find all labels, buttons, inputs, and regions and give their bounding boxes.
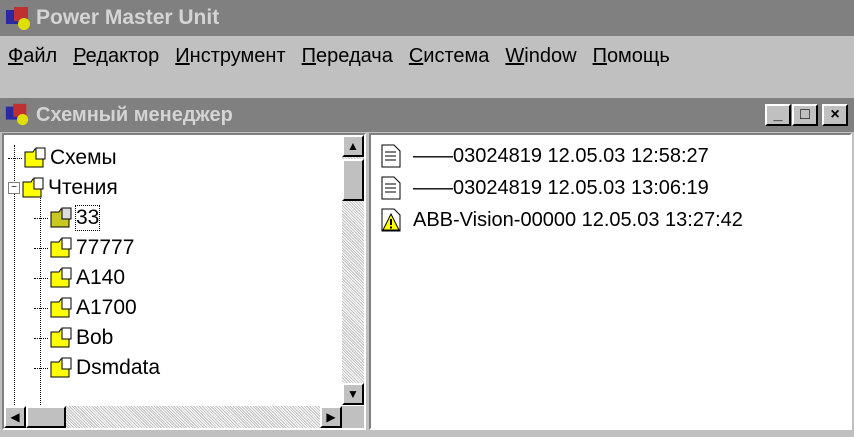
horizontal-scrollbar[interactable]: ◀ ▶	[4, 406, 342, 428]
tree-item-label: 33	[74, 205, 101, 231]
file-list-item[interactable]: ABB-Vision-00000 12.05.03 13:27:42	[381, 207, 743, 233]
document-icon	[381, 144, 401, 168]
tree-item-dsmdata[interactable]: Dsmdata	[34, 353, 160, 383]
menu-system[interactable]: Система	[401, 45, 498, 68]
folder-icon	[50, 357, 74, 379]
vertical-scrollbar[interactable]: ▲ ▼	[342, 135, 364, 405]
menu-editor[interactable]: Редактор	[65, 45, 167, 68]
tree-item-readings[interactable]: − Чтения	[8, 173, 118, 203]
folder-icon	[50, 267, 74, 289]
tree-item-label: Bob	[76, 326, 114, 349]
file-label: ——03024819 12.05.03 13:06:19	[413, 176, 709, 199]
tree-item-a140[interactable]: A140	[34, 263, 125, 293]
tree-item-77777[interactable]: 77777	[34, 233, 134, 263]
file-list-item[interactable]: ——03024819 12.05.03 13:06:19	[381, 175, 709, 201]
file-label: ——03024819 12.05.03 12:58:27	[413, 144, 709, 167]
tree-item-label: Схемы	[50, 146, 117, 169]
scroll-thumb[interactable]	[342, 159, 364, 201]
child-window-title-bar[interactable]: Схемный менеджер _ □ ×	[0, 98, 854, 132]
scroll-down-button[interactable]: ▼	[342, 383, 364, 405]
scroll-up-button[interactable]: ▲	[342, 135, 364, 157]
tree-item-schemes[interactable]: Схемы	[8, 143, 117, 173]
close-button[interactable]: ×	[822, 104, 848, 126]
menu-window[interactable]: Window	[497, 45, 584, 68]
tree-item-label: Чтения	[48, 176, 118, 199]
folder-open-icon	[22, 177, 46, 199]
document-icon	[381, 176, 401, 200]
tree-item-label: Dsmdata	[76, 356, 161, 379]
menu-help[interactable]: Помощь	[585, 45, 678, 68]
folder-icon	[24, 147, 48, 169]
warning-icon	[381, 208, 401, 232]
child-window-icon	[4, 101, 32, 129]
tree-item-bob[interactable]: Bob	[34, 323, 113, 353]
tree-item-33[interactable]: 33	[34, 203, 101, 233]
hscroll-thumb[interactable]	[26, 406, 66, 428]
scroll-corner	[342, 406, 364, 428]
menu-tool[interactable]: Инструмент	[167, 45, 293, 68]
child-window-title: Схемный менеджер	[36, 103, 233, 126]
app-title: Power Master Unit	[36, 6, 220, 29]
collapse-icon[interactable]: −	[8, 182, 20, 194]
scroll-left-button[interactable]: ◀	[4, 406, 26, 428]
minimize-button[interactable]: _	[765, 104, 791, 126]
menu-transfer[interactable]: Передача	[294, 45, 401, 68]
app-icon	[4, 4, 32, 32]
file-list-pane[interactable]: ——03024819 12.05.03 12:58:27 ——03024819 …	[369, 133, 852, 430]
scroll-right-button[interactable]: ▶	[320, 406, 342, 428]
tree-item-label: A1700	[76, 296, 137, 319]
app-title-bar[interactable]: Power Master Unit	[0, 0, 854, 36]
file-list-item[interactable]: ——03024819 12.05.03 12:58:27	[381, 143, 709, 169]
window-controls: _ □ ×	[764, 104, 848, 126]
tree-item-label: 77777	[76, 236, 135, 259]
file-label: ABB-Vision-00000 12.05.03 13:27:42	[413, 208, 743, 231]
maximize-button[interactable]: □	[792, 104, 818, 126]
folder-icon	[50, 237, 74, 259]
tree-item-label: A140	[76, 266, 126, 289]
menu-file[interactable]: Файл	[0, 45, 65, 68]
tree-pane[interactable]: Схемы − Чтения 33 77777 A140 A1700 Bob D…	[2, 133, 366, 430]
folder-icon	[50, 207, 74, 229]
menu-bar: Файл Редактор Инструмент Передача Систем…	[0, 36, 854, 76]
tree-item-a1700[interactable]: A1700	[34, 293, 137, 323]
folder-icon	[50, 327, 74, 349]
folder-icon	[50, 297, 74, 319]
